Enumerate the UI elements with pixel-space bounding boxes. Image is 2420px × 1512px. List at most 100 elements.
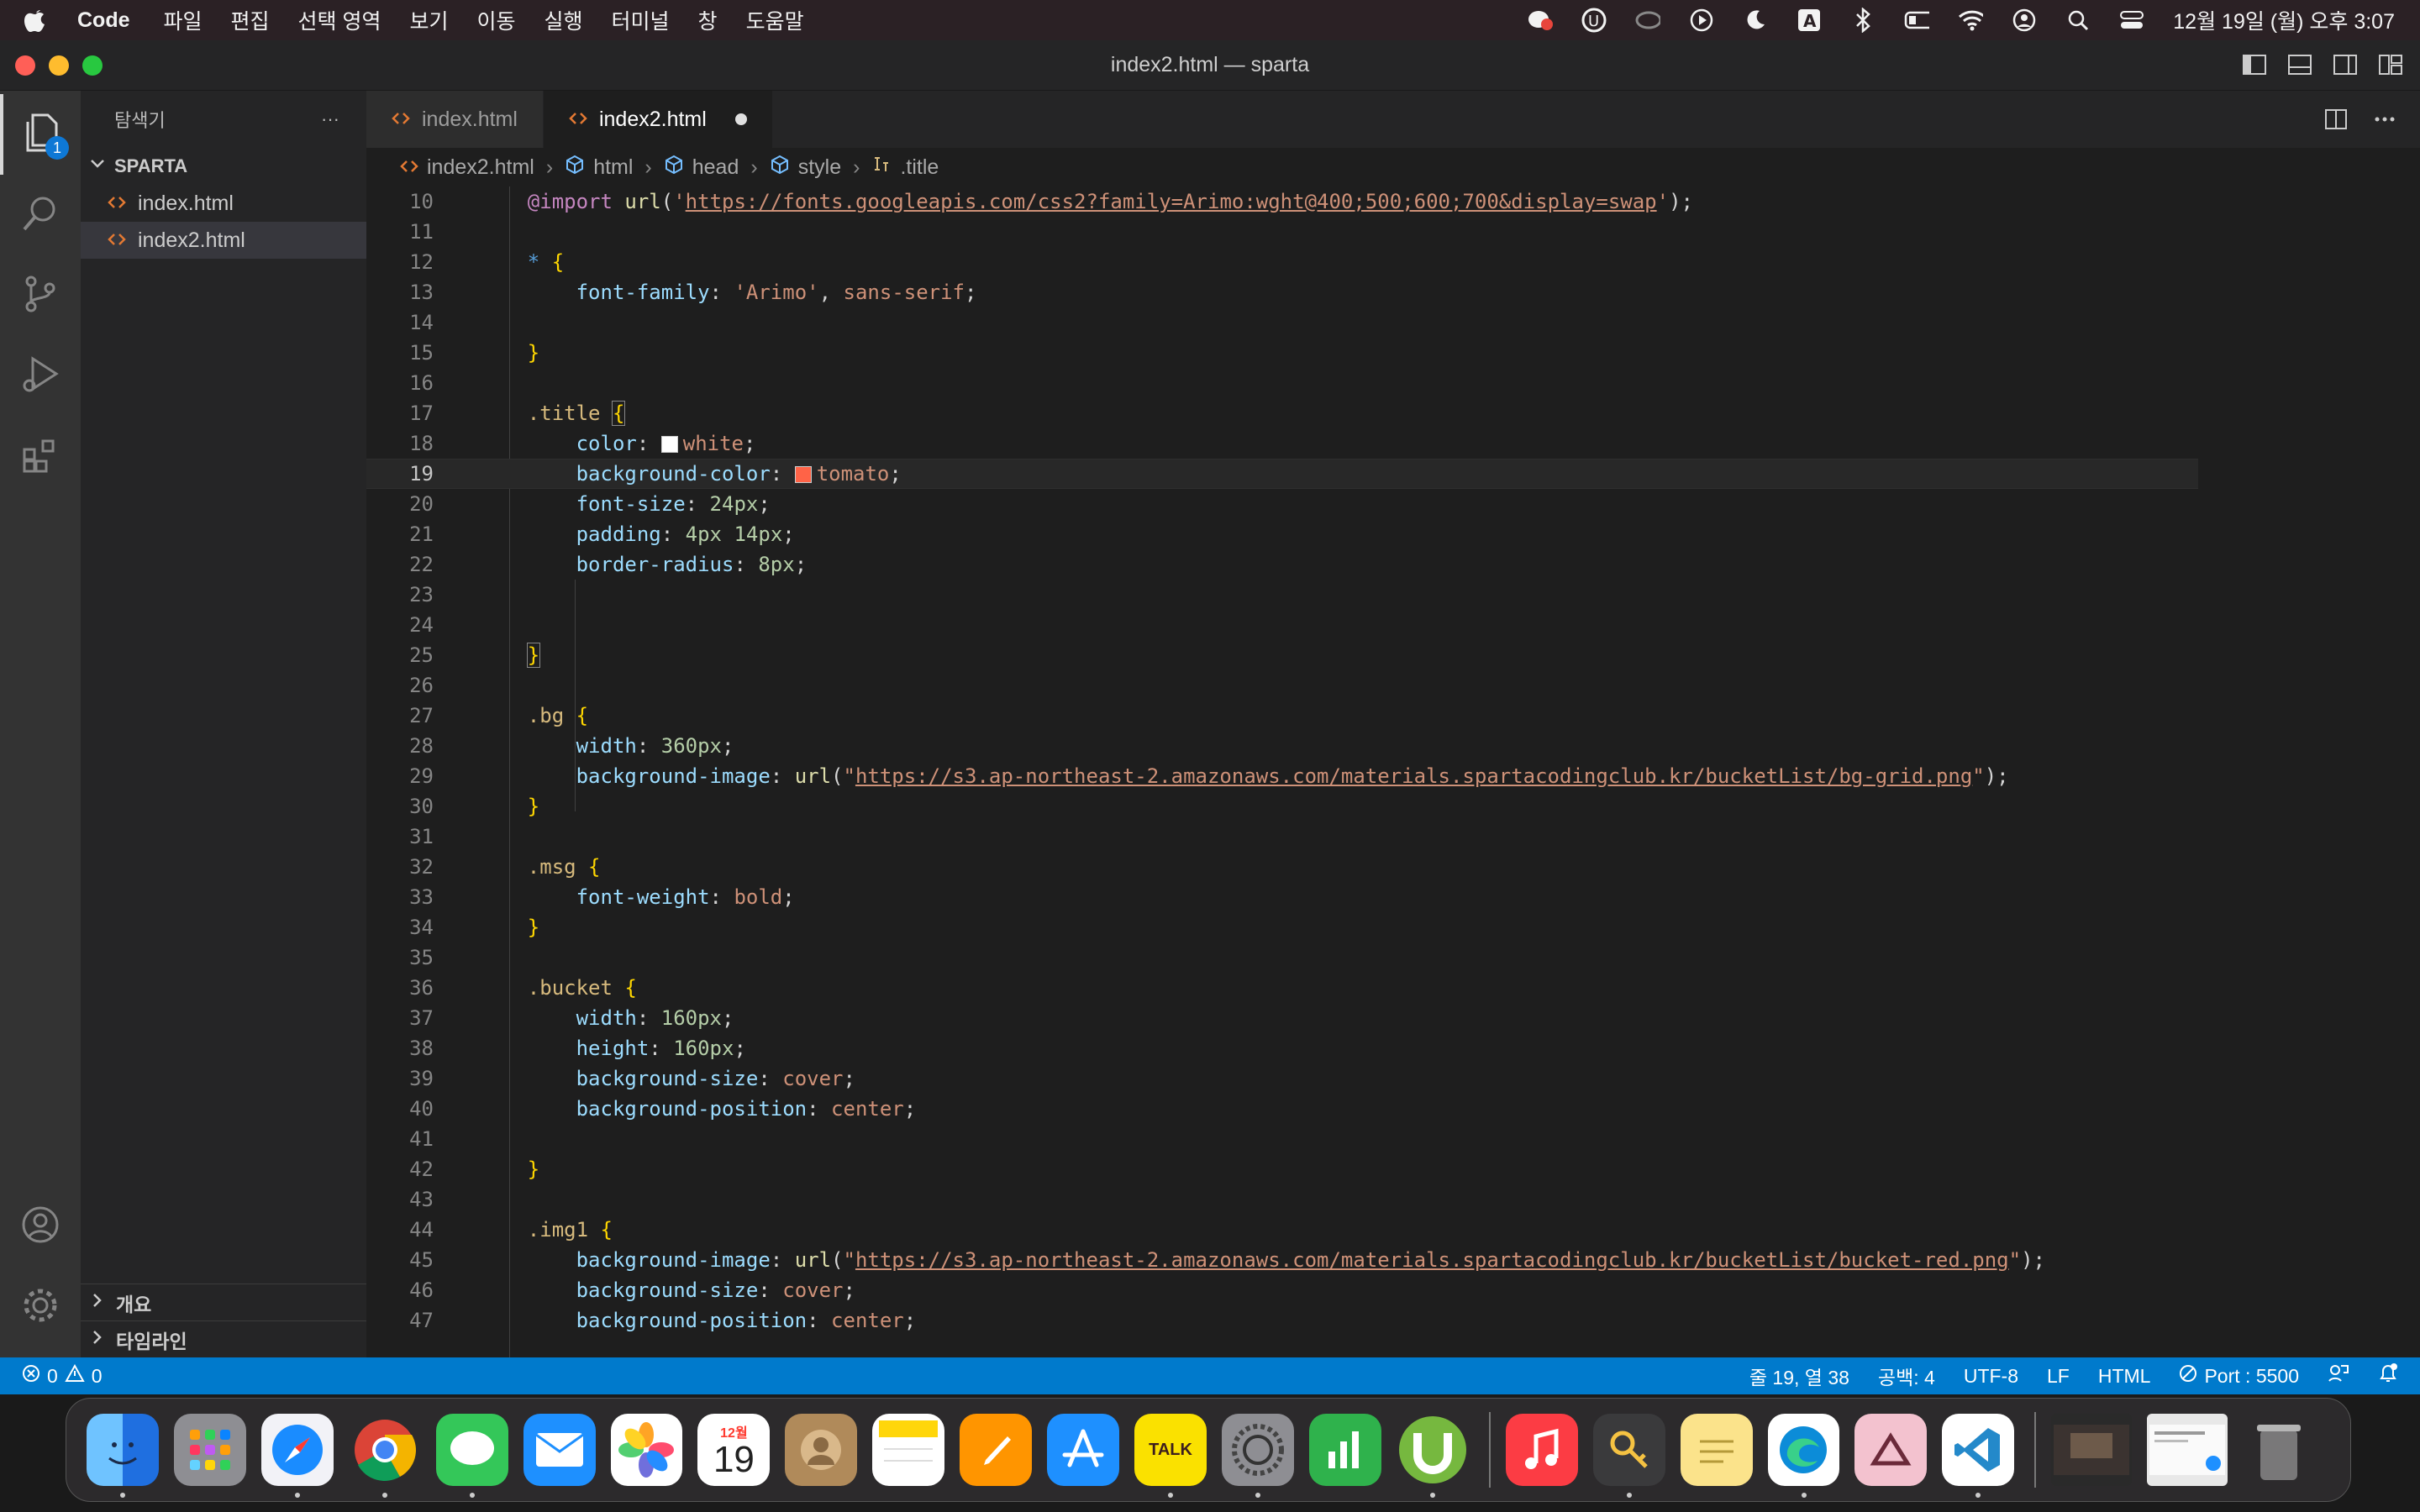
code-line[interactable]: 22 border-radius: 8px; (366, 549, 2198, 580)
code-line[interactable]: 14 (366, 307, 2198, 338)
code-line[interactable]: 23 (366, 580, 2198, 610)
code-line[interactable]: 29 background-image: url("https://s3.ap-… (366, 761, 2198, 791)
code-line[interactable]: 17 .title { (366, 398, 2198, 428)
more-actions-icon[interactable] (2373, 108, 2396, 135)
music-icon[interactable] (1505, 1414, 1578, 1486)
menu-window[interactable]: 창 (698, 5, 718, 35)
finder-icon[interactable] (87, 1414, 159, 1498)
import-url-link[interactable]: https://fonts.googleapis.com/css2?family… (686, 190, 1657, 213)
vpn-icon[interactable]: U (1581, 8, 1607, 33)
explorer-activity[interactable]: 1 (0, 94, 81, 175)
file-index2-html[interactable]: index2.html (81, 222, 366, 259)
messages-icon[interactable] (435, 1414, 508, 1498)
code-line[interactable]: 32 .msg { (366, 852, 2198, 882)
code-line[interactable]: 33 font-weight: bold; (366, 882, 2198, 912)
breadcrumb-html[interactable]: html (593, 155, 633, 180)
toggle-secondary-sidebar-icon[interactable] (2333, 52, 2358, 77)
utorrent-icon[interactable] (1397, 1414, 1469, 1498)
user-icon[interactable] (2012, 8, 2037, 33)
folder-sparta[interactable]: SPARTA (81, 148, 366, 185)
menu-edit[interactable]: 편집 (231, 5, 270, 35)
menubar-clock[interactable]: 12월 19일 (월) 오후 3:07 (2173, 5, 2395, 35)
language-mode[interactable]: HTML (2098, 1365, 2151, 1388)
toggle-primary-sidebar-icon[interactable] (2242, 52, 2267, 77)
code-line[interactable]: 10 @import url('https://fonts.googleapis… (366, 186, 2198, 217)
stickies-icon[interactable] (1680, 1414, 1753, 1486)
code-line[interactable]: 39 background-size: cover; (366, 1063, 2198, 1094)
code-line[interactable]: 15 } (366, 338, 2198, 368)
notes-icon[interactable] (872, 1414, 945, 1486)
img1-url-link[interactable]: https://s3.ap-northeast-2.amazonaws.com/… (855, 1248, 2009, 1272)
timeline-section[interactable]: 타임라인 (81, 1320, 366, 1357)
run-debug-activity[interactable] (0, 336, 81, 417)
customize-layout-icon[interactable] (2378, 52, 2403, 77)
bg-url-link[interactable]: https://s3.ap-northeast-2.amazonaws.com/… (855, 764, 1972, 788)
code-line[interactable]: 36 .bucket { (366, 973, 2198, 1003)
code-line[interactable]: 28 width: 360px; (366, 731, 2198, 761)
code-line[interactable]: 37 width: 160px; (366, 1003, 2198, 1033)
indentation[interactable]: 공백: 4 (1878, 1362, 1935, 1390)
play-icon[interactable] (1689, 8, 1714, 33)
contacts-icon[interactable] (785, 1414, 858, 1486)
encoding[interactable]: UTF-8 (1964, 1365, 2018, 1388)
numbers-icon[interactable] (1308, 1414, 1381, 1486)
menu-run[interactable]: 실행 (544, 5, 583, 35)
code-line[interactable]: 11 (366, 217, 2198, 247)
color-swatch-tomato[interactable] (794, 466, 812, 483)
kakaotalk-icon[interactable]: TALK (1134, 1414, 1207, 1498)
sidebar-more-button[interactable]: ··· (321, 108, 339, 130)
code-line[interactable]: 13 font-family: 'Arimo', sans-serif; (366, 277, 2198, 307)
code-line[interactable]: 16 (366, 368, 2198, 398)
code-line[interactable]: 25 } (366, 640, 2198, 670)
current-code-line[interactable]: 19 background-color: tomato; (366, 459, 2198, 489)
feedback-icon[interactable] (2328, 1362, 2349, 1389)
problems-status[interactable]: 0 0 (22, 1363, 103, 1388)
code-line[interactable]: 34 } (366, 912, 2198, 942)
code-line[interactable]: 27 .bg { (366, 701, 2198, 731)
split-editor-icon[interactable] (2324, 108, 2348, 135)
breadcrumb-head[interactable]: head (692, 155, 739, 180)
app-menu[interactable]: Code (77, 8, 130, 33)
code-line[interactable]: 35 (366, 942, 2198, 973)
search-activity[interactable] (0, 175, 81, 255)
unsaved-dot-icon[interactable] (734, 113, 747, 125)
manage-activity[interactable] (0, 1267, 81, 1347)
code-line[interactable]: 21 padding: 4px 14px; (366, 519, 2198, 549)
code-line[interactable]: 26 (366, 670, 2198, 701)
notifications-bell-icon[interactable] (2378, 1362, 2398, 1389)
accounts-activity[interactable] (0, 1186, 81, 1267)
menu-selection[interactable]: 선택 영역 (298, 5, 381, 35)
code-line[interactable]: 24 (366, 610, 2198, 640)
minimized-window-thumbnail-2[interactable] (2147, 1414, 2228, 1486)
bluetooth-icon[interactable] (1850, 8, 1876, 33)
edge-icon[interactable] (1767, 1414, 1840, 1498)
cursor-position[interactable]: 줄 19, 열 38 (1749, 1362, 1849, 1390)
app-store-icon[interactable] (1047, 1414, 1120, 1486)
chrome-icon[interactable] (349, 1414, 421, 1498)
code-line[interactable]: 46 background-size: cover; (366, 1275, 2198, 1305)
code-line[interactable]: 30 } (366, 791, 2198, 822)
minimized-window-thumbnail-1[interactable] (2051, 1414, 2133, 1486)
extensions-activity[interactable] (0, 417, 81, 497)
code-editor[interactable]: 10 @import url('https://fonts.googleapis… (366, 186, 2420, 1357)
trash-icon[interactable] (2243, 1414, 2315, 1486)
menu-go[interactable]: 이동 (477, 5, 516, 35)
outline-section[interactable]: 개요 (81, 1284, 366, 1320)
wifi-icon[interactable] (1958, 8, 1984, 33)
launchpad-icon[interactable] (173, 1414, 246, 1486)
toggle-panel-icon[interactable] (2287, 52, 2312, 77)
end-of-line[interactable]: LF (2047, 1365, 2070, 1388)
live-server-port[interactable]: Port : 5500 (2179, 1364, 2299, 1388)
code-line[interactable]: 12 * { (366, 247, 2198, 277)
input-source-icon[interactable]: A (1797, 8, 1822, 33)
chat-status-icon[interactable] (1528, 8, 1554, 33)
code-line[interactable]: 44 .img1 { (366, 1215, 2198, 1245)
photos-icon[interactable] (610, 1414, 683, 1486)
minimize-window-button[interactable] (49, 55, 69, 76)
menu-help[interactable]: 도움말 (746, 5, 804, 35)
tab-index-html[interactable]: index.html (366, 91, 544, 148)
code-line[interactable]: 18 color: white; (366, 428, 2198, 459)
menu-view[interactable]: 보기 (409, 5, 448, 35)
code-line[interactable]: 40 background-position: center; (366, 1094, 2198, 1124)
pixave-icon[interactable] (1854, 1414, 1928, 1486)
